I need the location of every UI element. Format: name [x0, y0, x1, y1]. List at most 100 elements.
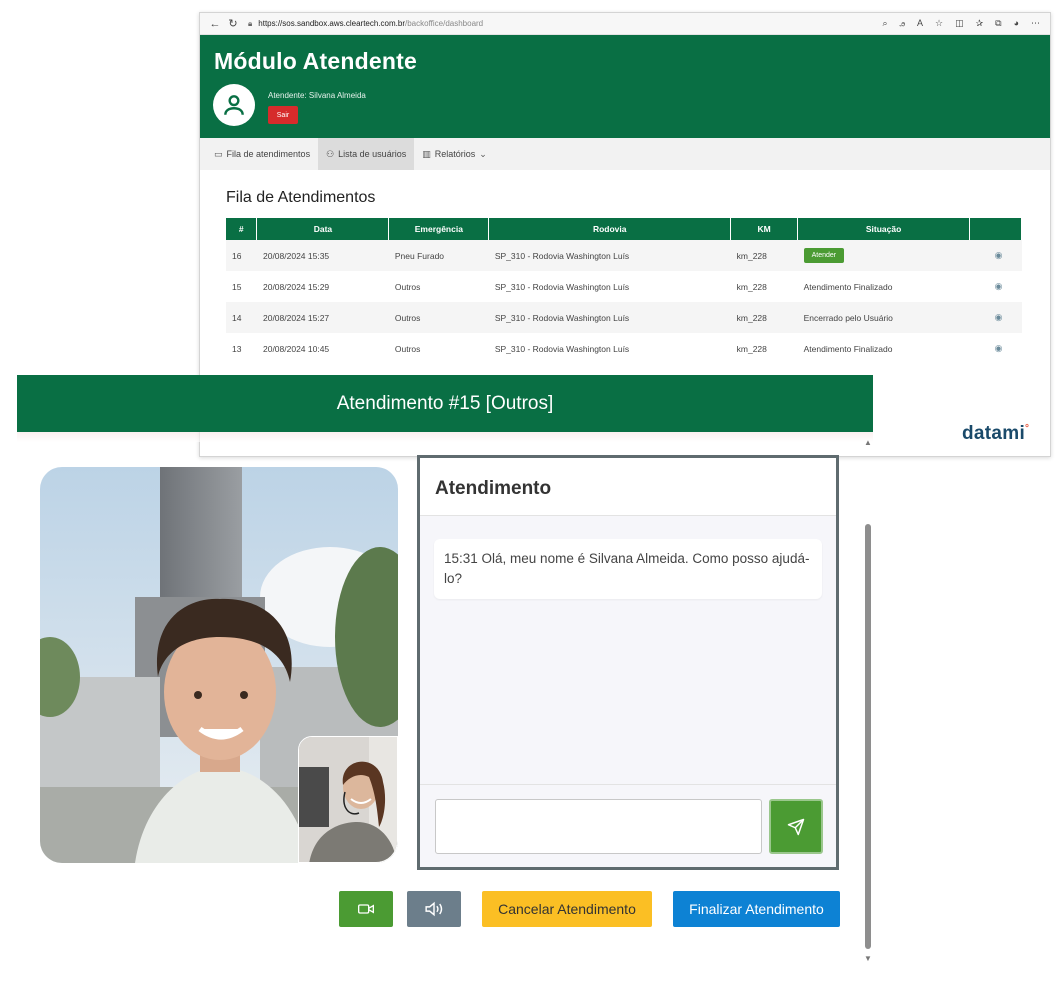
cell-id: 14 [226, 302, 257, 333]
logout-button[interactable]: Sair [268, 106, 298, 124]
cell-km: km_228 [730, 302, 798, 333]
tab-bar: ▭ Fila de atendimentos ⚇ Lista de usuári… [200, 138, 1050, 170]
table-row[interactable]: 13 20/08/2024 10:45 Outros SP_310 - Rodo… [226, 333, 1022, 364]
modal-scrollbar[interactable]: ▲ ▼ [862, 432, 873, 967]
user-icon [224, 95, 244, 115]
view-icon[interactable]: ◉ [995, 312, 1003, 322]
chat-title: Atendimento [420, 458, 836, 516]
view-icon[interactable]: ◉ [995, 250, 1003, 260]
cell-emergency: Outros [394, 343, 421, 354]
cell-date: 20/08/2024 15:35 [256, 240, 389, 271]
scroll-up-icon[interactable]: ▲ [864, 438, 872, 447]
scroll-down-icon[interactable]: ▼ [864, 954, 872, 963]
more-icon[interactable]: ⋯ [1031, 18, 1040, 29]
col-id: # [226, 218, 258, 240]
split-screen-icon[interactable]: ◫ [955, 18, 964, 29]
cell-status: Atendimento Finalizado [803, 281, 893, 292]
cell-km: km_228 [736, 281, 767, 292]
video-camera-icon [358, 904, 374, 914]
cell-road: SP_310 - Rodovia Washington Luís [488, 302, 731, 333]
col-status: Situação [797, 218, 970, 240]
col-actions [969, 218, 1023, 240]
tab-reports[interactable]: ▥ Relatórios ⌄ [414, 138, 495, 170]
tab-label: Lista de usuários [338, 149, 407, 159]
cell-actions: ◉ [969, 302, 1022, 333]
app-header: Módulo Atendente Atendente: Silvana Alme… [200, 35, 1050, 138]
chat-messages: 15:31 Olá, meu nome é Silvana Almeida. C… [420, 516, 836, 784]
read-aloud-icon[interactable]: ꭿ [900, 18, 905, 29]
col-road: Rodovia [488, 218, 732, 240]
table-row[interactable]: 15 20/08/2024 15:29 Outros SP_310 - Rodo… [226, 271, 1022, 302]
section-title: Fila de Atendimentos [226, 189, 376, 206]
queue-icon: ▭ [214, 148, 223, 159]
view-icon[interactable]: ◉ [995, 281, 1003, 291]
cell-actions: ◉ [969, 333, 1021, 364]
modal-header: Atendimento #15 [Outros] [17, 375, 873, 432]
cell-emergency: Pneu Furado [388, 240, 489, 271]
scrollbar-thumb[interactable] [865, 524, 871, 949]
cell-date: 20/08/2024 10:45 [262, 343, 330, 354]
cell-km: km_228 [730, 240, 798, 271]
audio-toggle-button[interactable] [407, 891, 461, 927]
tab-queue[interactable]: ▭ Fila de atendimentos [206, 138, 318, 170]
font-icon[interactable]: A [917, 18, 923, 29]
refresh-icon[interactable]: ↻ [224, 17, 242, 30]
search-icon[interactable]: ⌕ [882, 18, 887, 29]
cell-actions: ◉ [969, 240, 1022, 271]
back-icon[interactable]: ← [206, 18, 224, 30]
send-icon [787, 818, 805, 835]
cell-id: 16 [226, 240, 257, 271]
send-button[interactable] [769, 799, 823, 854]
finish-call-button[interactable]: Finalizar Atendimento [673, 891, 840, 927]
cell-id: 15 [232, 281, 242, 292]
favorite-icon[interactable]: ☆ [935, 18, 943, 29]
speaker-icon [425, 901, 443, 917]
local-video-frame [299, 737, 397, 862]
message-input[interactable] [435, 799, 762, 854]
cell-actions: ◉ [969, 271, 1021, 302]
cell-id: 13 [232, 343, 242, 354]
modal-shadow [17, 432, 873, 442]
cell-status: Atendimento Finalizado [803, 343, 893, 354]
view-icon[interactable]: ◉ [995, 343, 1003, 353]
camera-toggle-button[interactable] [339, 891, 393, 927]
tab-users[interactable]: ⚇ Lista de usuários [318, 138, 415, 170]
page-title: Módulo Atendente [214, 48, 417, 74]
cell-status: Encerrado pelo Usuário [797, 302, 970, 333]
extension-icon[interactable]: ◕ [1014, 18, 1019, 29]
chat-composer [420, 784, 836, 867]
cell-date: 20/08/2024 15:27 [256, 302, 389, 333]
cell-emergency: Outros [388, 302, 489, 333]
col-emergency: Emergência [388, 218, 490, 240]
url-field[interactable]: 🔒︎ https://sos.sandbox.aws.cleartech.com… [248, 16, 882, 32]
cell-date: 20/08/2024 15:29 [262, 281, 330, 292]
attendant-name: Atendente: Silvana Almeida [268, 91, 366, 100]
lock-icon: 🔒︎ [248, 18, 253, 28]
table-header-row: # Data Emergência Rodovia KM Situação [226, 218, 1023, 240]
tab-label: Fila de atendimentos [226, 149, 311, 159]
url-host: https://sos.sandbox.aws.cleartech.com.br [258, 19, 405, 28]
col-date: Data [256, 218, 390, 240]
chevron-down-icon: ⌄ [479, 148, 487, 159]
chat-panel: Atendimento 15:31 Olá, meu nome é Silvan… [417, 455, 839, 870]
table-row[interactable]: 14 20/08/2024 15:27 Outros SP_310 - Rodo… [226, 302, 1022, 333]
chat-message: 15:31 Olá, meu nome é Silvana Almeida. C… [434, 539, 822, 599]
collections-icon[interactable]: ⧉ [995, 18, 1001, 29]
local-video [298, 736, 398, 863]
avatar [213, 84, 255, 126]
modal-title: Atendimento #15 [Outros] [336, 392, 554, 414]
url-path: /backoffice/dashboard [405, 19, 484, 28]
favorites-list-icon[interactable]: ✰ [976, 18, 984, 29]
chart-icon: ▥ [422, 148, 431, 159]
table-row[interactable]: 16 20/08/2024 15:35 Pneu Furado SP_310 -… [226, 240, 1022, 271]
cell-road: SP_310 - Rodovia Washington Luís [488, 240, 731, 271]
col-km: KM [730, 218, 799, 240]
cell-km: km_228 [736, 343, 767, 354]
queue-table: # Data Emergência Rodovia KM Situação 16… [226, 218, 1023, 364]
atender-button[interactable]: Atender [803, 248, 845, 263]
brand-dot-icon: ° [1025, 423, 1030, 434]
brand-name: datami [962, 423, 1026, 444]
cell-status: Atender [797, 240, 970, 271]
cell-road: SP_310 - Rodovia Washington Luís [494, 343, 630, 354]
cancel-call-button[interactable]: Cancelar Atendimento [482, 891, 652, 927]
